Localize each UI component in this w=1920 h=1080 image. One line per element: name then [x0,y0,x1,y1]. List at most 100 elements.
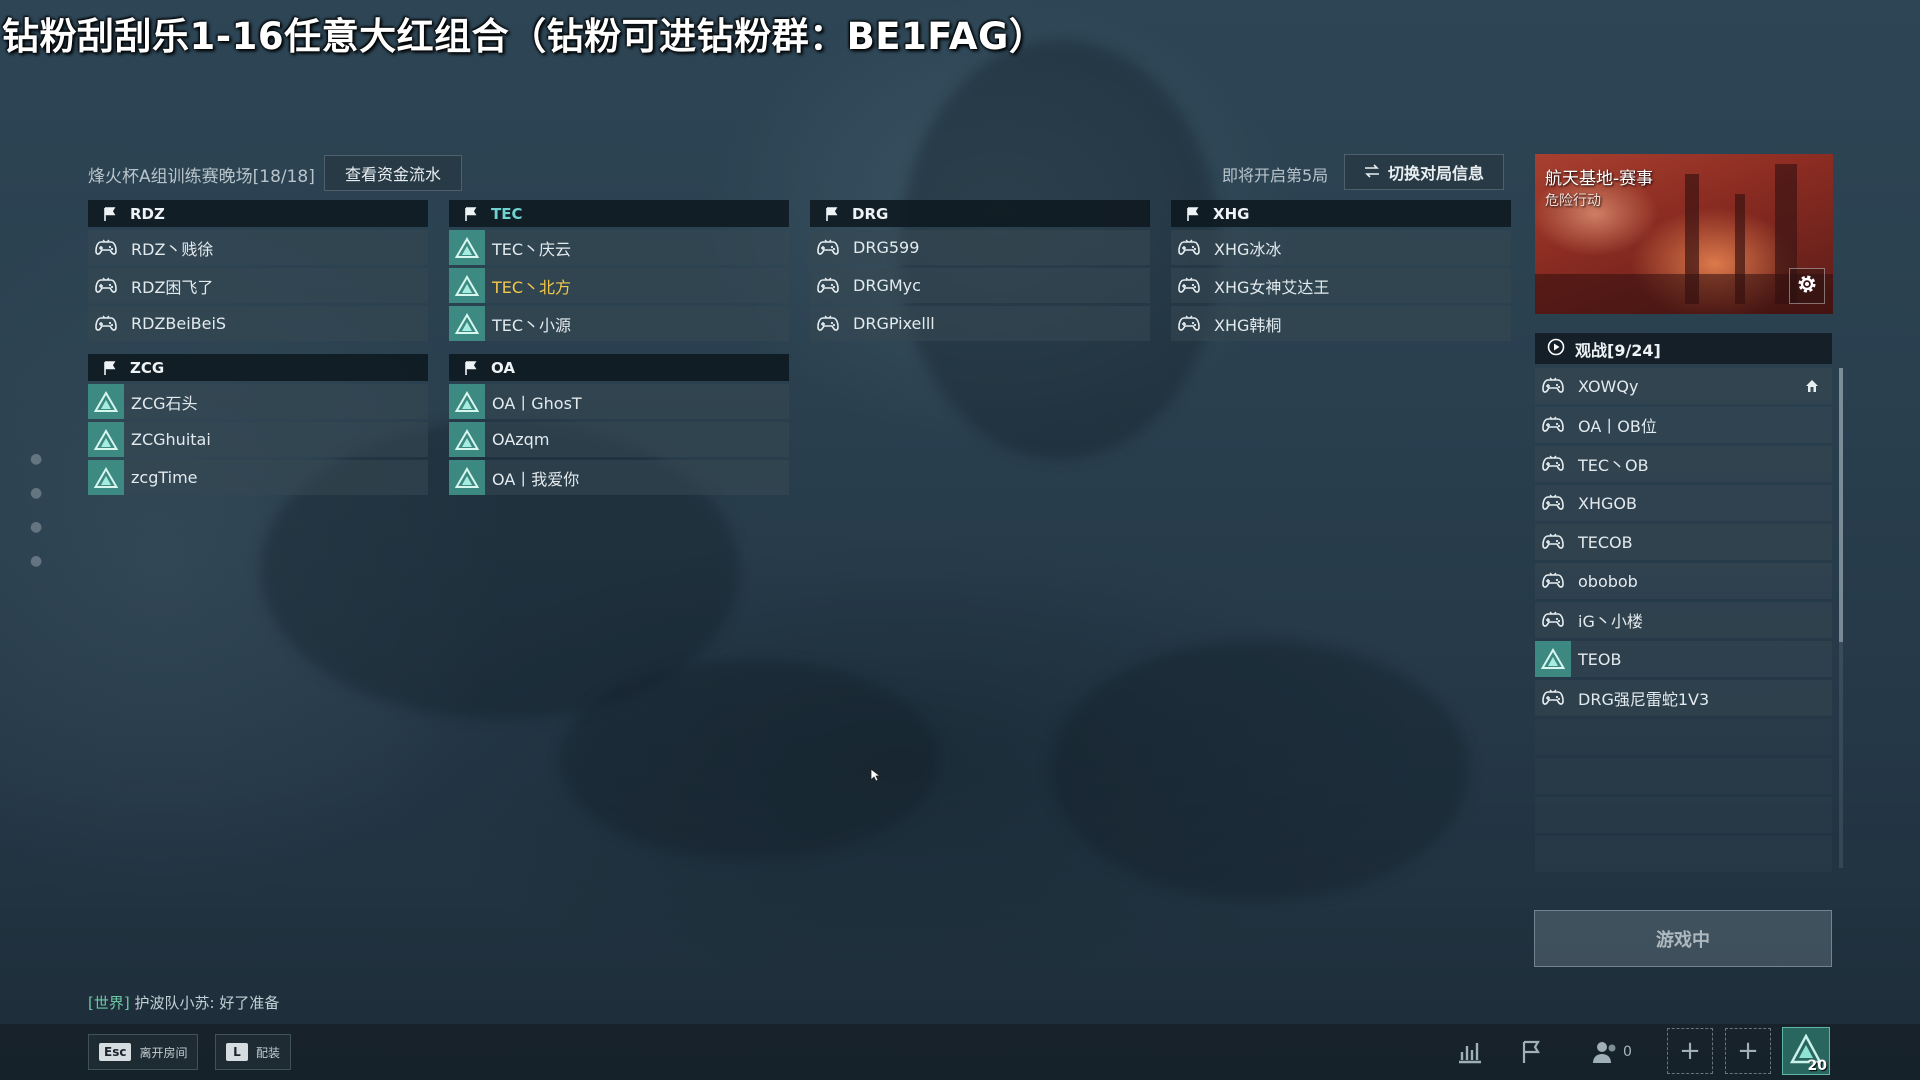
player-row[interactable]: OAzqm [449,422,789,457]
gamepad-icon [1535,524,1571,560]
player-name: OA丨GhosT [492,393,582,413]
stats-button[interactable] [1452,1036,1488,1072]
player-row[interactable]: XHG女神艾达王 [1171,268,1511,303]
team-name: DRG [852,204,889,223]
spectator-name: XHGOB [1578,493,1637,513]
view-funds-label: 查看资金流水 [344,165,441,184]
player-rank-badge[interactable]: 20 [1782,1027,1830,1075]
player-row[interactable]: TEC丶北方 [449,268,789,303]
gamepad-icon [88,306,124,341]
esc-keycap: Esc [99,1043,132,1061]
in-game-label: 游戏中 [1656,929,1710,951]
spectator-name: TEC丶OB [1578,456,1649,475]
player-row[interactable]: XHG韩桐 [1171,306,1511,341]
map-settings-button[interactable] [1789,268,1825,304]
gamepad-icon [1535,368,1571,404]
player-row[interactable]: ZCGhuitai [88,422,428,457]
empty-slot-2[interactable]: + [1725,1028,1771,1074]
player-row[interactable]: RDZ丶贱徐 [88,230,428,265]
flag-icon [824,206,840,222]
spectator-row[interactable]: TECOB [1535,524,1832,560]
team-header[interactable]: XHG [1171,200,1511,227]
player-name: DRG599 [853,238,920,257]
spectator-row[interactable]: XHGOB [1535,485,1832,521]
team-header[interactable]: DRG [810,200,1150,227]
player-name: DRGMyc [853,276,921,295]
spectator-row[interactable]: DRG强尼雷蛇1V3 [1535,680,1832,716]
team-name: ZCG [130,358,165,377]
empty-spectator-slot[interactable] [1535,797,1832,833]
in-game-button[interactable]: 游戏中 [1534,910,1832,967]
chat-message: [世界] 护波队小苏: 好了准备 [88,992,279,1013]
player-row[interactable]: TEC丶庆云 [449,230,789,265]
player-row[interactable]: OA丨GhosT [449,384,789,419]
team-header[interactable]: RDZ [88,200,428,227]
player-name: ZCGhuitai [131,430,211,449]
spectate-header[interactable]: 观战[9/24] [1535,333,1832,364]
spectator-row[interactable]: XOWQy [1535,368,1832,404]
gamepad-icon [1535,446,1571,482]
spectate-title: 观战[9/24] [1575,340,1661,360]
empty-slot-1[interactable]: + [1667,1028,1713,1074]
player-row[interactable]: ZCG石头 [88,384,428,419]
spectator-name: XOWQy [1578,376,1639,396]
player-row[interactable]: RDZBeiBeiS [88,306,428,341]
player-name: TEC丶庆云 [492,239,572,259]
view-funds-button[interactable]: 查看资金流水 [324,155,462,191]
player-row[interactable]: DRG599 [810,230,1150,265]
triangle-icon [449,384,485,419]
flag-icon [102,360,118,376]
team-block-zcg: ZCG ZCG石头 ZCGhuitai zcgTime [88,354,428,498]
spectator-row[interactable]: obobob [1535,563,1832,599]
plus-icon: + [1679,1036,1701,1066]
spectate-scrollbar[interactable] [1839,368,1843,642]
switch-match-info-button[interactable]: 切换对局信息 [1344,154,1504,190]
player-row[interactable]: RDZ困飞了 [88,268,428,303]
spectator-row[interactable]: TEOB [1535,641,1832,677]
bar-chart-icon [1457,1040,1483,1068]
background-ghost-list: ● ● ● ● [30,451,43,569]
player-row[interactable]: zcgTime [88,460,428,495]
player-row[interactable]: TEC丶小源 [449,306,789,341]
loadout-button[interactable]: L 配装 [215,1034,292,1070]
flag-icon [463,206,479,222]
friends-button[interactable] [1588,1036,1624,1072]
triangle-icon [449,268,485,303]
loadout-label: 配装 [256,1045,281,1060]
triangle-icon [88,422,124,457]
l-keycap: L [226,1043,248,1061]
empty-spectator-slot[interactable] [1535,836,1832,872]
spectator-row[interactable]: OA丨OB位 [1535,407,1832,443]
room-owner-icon [1804,378,1820,394]
spectator-name: obobob [1578,571,1638,591]
gamepad-icon [1171,306,1207,341]
chat-channel: [世界] [88,994,130,1012]
player-row[interactable]: DRGPixelll [810,306,1150,341]
team-name: OA [491,358,515,377]
gamepad-icon [1171,230,1207,265]
team-header[interactable]: OA [449,354,789,381]
leave-room-label: 离开房间 [139,1045,188,1060]
team-flag-button[interactable] [1514,1036,1550,1072]
leave-room-button[interactable]: Esc 离开房间 [88,1034,199,1070]
spectator-row[interactable]: TEC丶OB [1535,446,1832,482]
gamepad-icon [1535,680,1571,716]
flag-icon [463,360,479,376]
gamepad-icon [88,268,124,303]
mouse-cursor-icon [870,767,882,786]
triangle-icon [449,422,485,457]
triangle-icon [1535,641,1571,677]
spectator-name: DRG强尼雷蛇1V3 [1578,690,1710,709]
player-row[interactable]: DRGMyc [810,268,1150,303]
team-header[interactable]: TEC [449,200,789,227]
player-row[interactable]: OA丨我爱你 [449,460,789,495]
gear-icon [1795,272,1819,300]
empty-spectator-slot[interactable] [1535,719,1832,755]
map-name: 航天基地-赛事 [1545,169,1654,189]
gamepad-icon [810,268,846,303]
empty-spectator-slot[interactable] [1535,758,1832,794]
map-card[interactable]: 航天基地-赛事 危险行动 [1535,154,1833,314]
player-row[interactable]: XHG冰冰 [1171,230,1511,265]
team-header[interactable]: ZCG [88,354,428,381]
spectator-row[interactable]: iG丶小楼 [1535,602,1832,638]
